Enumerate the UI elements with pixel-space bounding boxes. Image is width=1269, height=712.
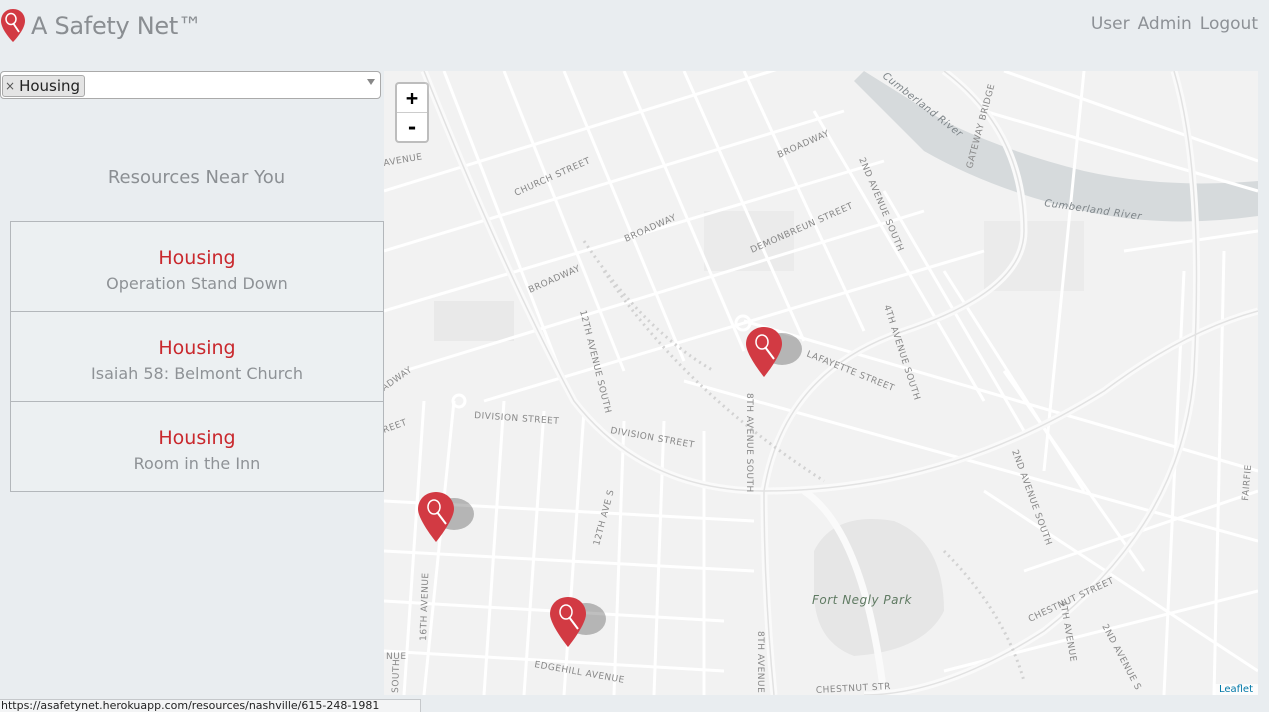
map-label: 8TH AVENUE SOUTH [744,393,754,493]
map-label: SOUTH [391,659,402,693]
zoom-out-button[interactable]: - [397,113,427,141]
map-label: REET [384,418,409,436]
zoom-control: + - [395,82,429,143]
map-label: 2ND AVENUE SOUTH [1009,449,1053,548]
map-marker[interactable] [744,325,804,381]
map-label: BROADWAY [623,213,678,245]
map-label: 2ND AVENUE S [1099,623,1142,692]
dropdown-arrow-icon[interactable] [367,79,375,85]
map-label: 8TH AVENUE [755,631,765,693]
status-bar-url: https://asafetynet.herokuapp.com/resourc… [0,699,421,712]
resource-card[interactable]: Housing Room in the Inn [10,401,384,492]
category-filter-select[interactable]: × Housing [0,71,381,99]
resources-heading: Resources Near You [107,167,286,188]
map-label: 12TH AVE S [592,489,617,547]
resource-list: Housing Operation Stand Down Housing Isa… [10,221,384,492]
resource-name: Room in the Inn [133,454,261,473]
resource-category: Housing [158,427,236,449]
map-marker[interactable] [548,595,608,651]
map-pin-logo-icon [1,9,25,42]
map-label: CHESTNUT STREET [1027,576,1116,625]
remove-tag-icon[interactable]: × [5,79,15,93]
map-marker[interactable] [416,490,476,546]
resource-card[interactable]: Housing Operation Stand Down [10,221,384,312]
map-label: AVENUE [384,152,423,169]
top-nav: User Admin Logout [1091,14,1258,34]
resource-card[interactable]: Housing Isaiah 58: Belmont Church [10,311,384,402]
nav-user-link[interactable]: User [1091,14,1130,34]
nav-logout-link[interactable]: Logout [1200,14,1258,34]
map-label: Fort Negly Park [812,593,912,607]
nav-admin-link[interactable]: Admin [1138,14,1192,34]
brand[interactable]: A Safety Net™ [0,6,202,46]
map-label: BROADWAY [776,129,831,161]
resource-name: Isaiah 58: Belmont Church [91,364,303,383]
brand-name: A Safety Net™ [31,12,202,40]
map-label: ADWAY [384,365,414,393]
zoom-in-button[interactable]: + [397,84,427,113]
resource-category: Housing [158,247,236,269]
map-label: DIVISION STREET [474,411,560,427]
leaflet-attribution-link[interactable]: Leaflet [1213,684,1258,695]
map-label: BROADWAY [527,264,582,296]
map-label: 2ND AVENUE SOUTH [856,156,905,253]
map[interactable]: Cumberland River Cumberland River CHURCH… [384,71,1258,695]
map-label: FAIRFIE [1241,464,1254,501]
resource-category: Housing [158,337,236,359]
selected-category-label: Housing [19,77,81,95]
map-tiles: Cumberland River Cumberland River CHURCH… [384,71,1258,695]
selected-category-tag: × Housing [2,75,86,97]
resource-name: Operation Stand Down [106,274,288,293]
